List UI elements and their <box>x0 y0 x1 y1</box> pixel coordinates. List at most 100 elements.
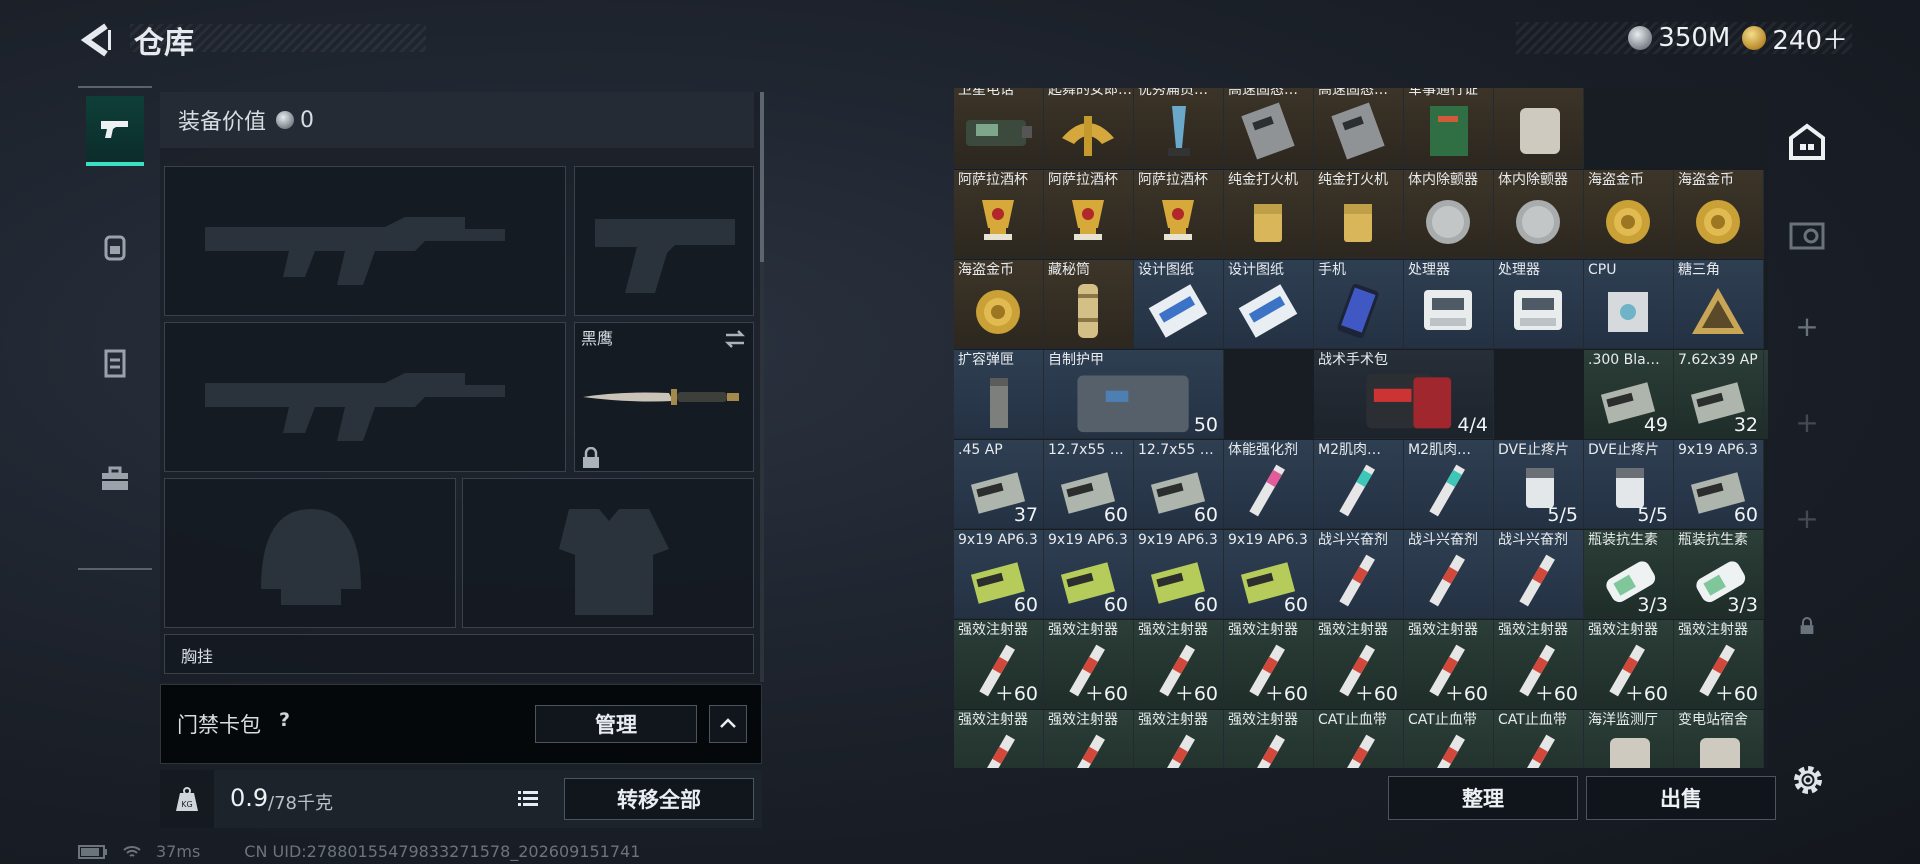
storage-item[interactable]: 优秀扁员… <box>1134 88 1224 169</box>
back-button[interactable] <box>78 22 114 58</box>
storage-item[interactable]: 军事通行证 <box>1404 88 1494 169</box>
tab-weapons[interactable] <box>86 96 144 166</box>
storage-item[interactable]: 高速固态… <box>1224 88 1314 169</box>
storage-item[interactable]: 卫星电话 <box>954 88 1044 169</box>
secondary-weapon-slot[interactable] <box>164 322 566 472</box>
storage-item[interactable]: 阿萨拉酒杯 <box>954 170 1044 259</box>
melee-slot[interactable]: 黑鹰 <box>574 322 754 472</box>
tab-backpack[interactable] <box>86 212 144 282</box>
storage-item[interactable]: CAT止血带 <box>1314 710 1404 768</box>
expand-button[interactable] <box>709 705 747 743</box>
storage-item[interactable]: 扩容弹匣 <box>954 350 1044 439</box>
list-view-button[interactable] <box>510 780 546 818</box>
pistol-slot[interactable] <box>574 166 754 316</box>
storage-item[interactable]: 起舞的女郎挂饰 <box>1044 88 1134 169</box>
storage-item[interactable]: 强效注射器 ＋60 <box>1494 620 1584 709</box>
storage-item[interactable]: 强效注射器 <box>954 710 1044 768</box>
storage-item[interactable]: 7.62x39 AP 32 <box>1674 350 1764 439</box>
storage-item[interactable]: 12.7x55 PD12双头 60 <box>1134 440 1224 529</box>
storage-item[interactable]: .45 AP 37 <box>954 440 1044 529</box>
storage-item[interactable] <box>1494 88 1584 169</box>
storage-item[interactable]: .300 Bla…BCP FMJ60 <box>1764 350 1768 439</box>
storage-item[interactable]: 变电站宿舍 <box>1674 710 1764 768</box>
storage-item[interactable]: 9x19 AP6.3 60 <box>1674 440 1764 529</box>
storage-item[interactable]: 强效注射器 ＋60 <box>1134 620 1224 709</box>
storage-item[interactable]: 战斗兴奋剂 <box>1404 530 1494 619</box>
manage-button[interactable]: 管理 <box>535 705 697 743</box>
chest-rig-slot[interactable]: 胸挂 <box>164 634 754 674</box>
storage-item[interactable]: 强效注射器 ＋60 <box>1404 620 1494 709</box>
storage-item[interactable]: 强效注射器 ＋60 <box>1314 620 1404 709</box>
storage-item[interactable]: 强效注射器 ＋60 <box>1584 620 1674 709</box>
storage-item[interactable]: 12.7x55 PD12双头 60 <box>1044 440 1134 529</box>
storage-item[interactable]: 强效注射器 <box>1044 710 1134 768</box>
storage-item[interactable]: 9x19 AP6.3 60 <box>1044 530 1134 619</box>
locked-storage[interactable] <box>1776 606 1838 646</box>
storage-item[interactable]: 瓶装抗生素 3/3 <box>1674 530 1764 619</box>
storage-item[interactable]: 战术手术包 4/4 <box>1314 350 1494 439</box>
storage-item[interactable]: CAT止血带 <box>1494 710 1584 768</box>
syringe-red-icon <box>1339 554 1375 607</box>
storage-item[interactable]: M2肌肉… <box>1404 440 1494 529</box>
storage-item[interactable]: 战斗兴奋剂 <box>1494 530 1584 619</box>
storage-item[interactable]: .300 Bla…TAC-TX 49 <box>1584 350 1674 439</box>
primary-weapon-slot[interactable] <box>164 166 566 316</box>
storage-item[interactable]: 强效注射器 ＋60 <box>954 620 1044 709</box>
storage-item[interactable]: 体内除颤器 <box>1404 170 1494 259</box>
storage-item[interactable]: 强效注射器 ＋60 <box>1224 620 1314 709</box>
storage-item[interactable]: 9x19 AP6.3 60 <box>1224 530 1314 619</box>
storage-item[interactable]: 9x19 AP6.3 60 <box>1134 530 1224 619</box>
storage-item[interactable]: 强效注射器 ＋60 <box>1674 620 1764 709</box>
sell-button[interactable]: 出售 <box>1586 776 1776 820</box>
storage-item[interactable]: 高速固态… <box>1314 88 1404 169</box>
storage-item[interactable]: 纯金打火机 <box>1224 170 1314 259</box>
storage-item[interactable]: 强效注射器 <box>1224 710 1314 768</box>
tab-storage-2[interactable] <box>1776 208 1838 264</box>
storage-item[interactable]: 海洋监测厅 <box>1584 710 1674 768</box>
storage-item[interactable]: 海盗金币 <box>1584 170 1674 259</box>
tab-vest[interactable] <box>86 328 144 398</box>
swap-icon[interactable] <box>723 327 747 351</box>
storage-item[interactable]: 藏秘筒 <box>1044 260 1134 349</box>
storage-item[interactable]: 体内除颤器 <box>1494 170 1584 259</box>
storage-item[interactable]: 糖三角 <box>1674 260 1764 349</box>
storage-item[interactable]: 自制护甲 50 <box>1044 350 1224 439</box>
storage-item[interactable]: 阿萨拉酒杯 <box>1044 170 1134 259</box>
storage-item[interactable]: 阿萨拉酒杯 <box>1134 170 1224 259</box>
storage-item[interactable]: CPU <box>1584 260 1674 349</box>
storage-item[interactable]: 9x19 AP6.3 60 <box>954 530 1044 619</box>
settings-button[interactable] <box>1790 762 1826 798</box>
add-storage-button[interactable]: + <box>1776 490 1838 546</box>
helmet-slot[interactable] <box>164 478 456 628</box>
weight-icon: KG <box>176 787 198 811</box>
armor-slot[interactable] <box>462 478 754 628</box>
storage-item[interactable]: 海盗金币 <box>954 260 1044 349</box>
add-storage-button[interactable]: + <box>1776 298 1838 354</box>
storage-item[interactable]: 体能强化剂 <box>1224 440 1314 529</box>
help-icon[interactable]: ? <box>279 709 290 731</box>
storage-item[interactable]: DVE止疼片 5/5 <box>1584 440 1674 529</box>
storage-item[interactable]: 强效注射器 ＋60 <box>1044 620 1134 709</box>
storage-item[interactable]: 瓶装抗生素 3/3 <box>1584 530 1674 619</box>
equipment-scroll-thumb[interactable] <box>760 92 764 262</box>
tab-case[interactable] <box>86 444 144 514</box>
storage-item[interactable]: 强效注射器 <box>1134 710 1224 768</box>
storage-item[interactable]: 纯金打火机 <box>1314 170 1404 259</box>
storage-item[interactable]: 海盗金币 <box>1674 170 1764 259</box>
storage-item[interactable]: 设计图纸 <box>1224 260 1314 349</box>
storage-item[interactable]: DVE止疼片 5/5 <box>1494 440 1584 529</box>
storage-item[interactable]: 设计图纸 <box>1134 260 1224 349</box>
storage-item[interactable]: 处理器 <box>1494 260 1584 349</box>
storage-item[interactable]: 处理器 <box>1404 260 1494 349</box>
cup-icon <box>1072 200 1104 240</box>
sort-button[interactable]: 整理 <box>1388 776 1578 820</box>
storage-item[interactable]: 手机 <box>1314 260 1404 349</box>
tab-storage-main[interactable] <box>1776 114 1838 170</box>
gold-currency[interactable]: 240＋ <box>1742 20 1848 57</box>
storage-item[interactable]: 战斗兴奋剂 <box>1314 530 1404 619</box>
transfer-all-button[interactable]: 转移全部 <box>564 778 754 820</box>
storage-item[interactable]: M2肌肉… <box>1314 440 1404 529</box>
add-storage-button[interactable]: + <box>1776 394 1838 450</box>
storage-item[interactable]: CAT止血带 <box>1404 710 1494 768</box>
silver-currency[interactable]: 350M <box>1628 23 1730 53</box>
